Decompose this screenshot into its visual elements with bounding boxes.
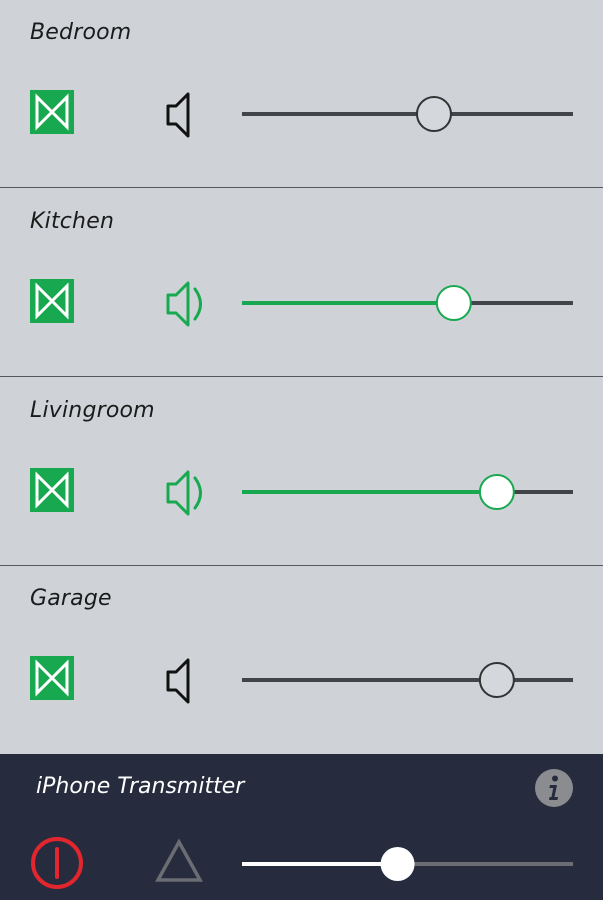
slider-knob — [435, 285, 472, 321]
speaker-muted-icon[interactable] — [160, 654, 208, 706]
zone-toggle-icon[interactable] — [30, 90, 74, 134]
zone-bedroom: Bedroom — [0, 0, 603, 188]
transmitter-volume-slider[interactable] — [242, 844, 573, 884]
zone-title: Livingroom — [30, 398, 155, 423]
zone-garage: Garage — [0, 566, 603, 754]
speaker-muted-icon[interactable] — [160, 88, 208, 140]
volume-slider[interactable] — [242, 283, 573, 323]
slider-knob — [478, 662, 515, 698]
info-icon[interactable] — [534, 768, 574, 808]
zone-toggle-icon[interactable] — [30, 468, 74, 512]
zone-title: Bedroom — [30, 20, 132, 45]
zone-title: Garage — [30, 586, 112, 611]
slider-knob — [415, 96, 452, 132]
speaker-on-icon[interactable] — [160, 466, 208, 518]
volume-slider[interactable] — [242, 94, 573, 134]
warning-triangle-icon — [154, 838, 204, 884]
transmitter-title: iPhone Transmitter — [36, 774, 245, 799]
volume-slider[interactable] — [242, 660, 573, 700]
speaker-on-icon[interactable] — [160, 277, 208, 329]
zone-toggle-icon[interactable] — [30, 656, 74, 700]
volume-slider[interactable] — [242, 472, 573, 512]
power-icon[interactable] — [30, 836, 84, 890]
slider-knob — [478, 474, 515, 510]
zone-kitchen: Kitchen — [0, 189, 603, 377]
zone-livingroom: Livingroom — [0, 378, 603, 566]
transmitter-panel: iPhone Transmitter — [0, 754, 603, 900]
zone-toggle-icon[interactable] — [30, 279, 74, 323]
zone-title: Kitchen — [30, 209, 115, 234]
slider-knob — [380, 847, 415, 881]
